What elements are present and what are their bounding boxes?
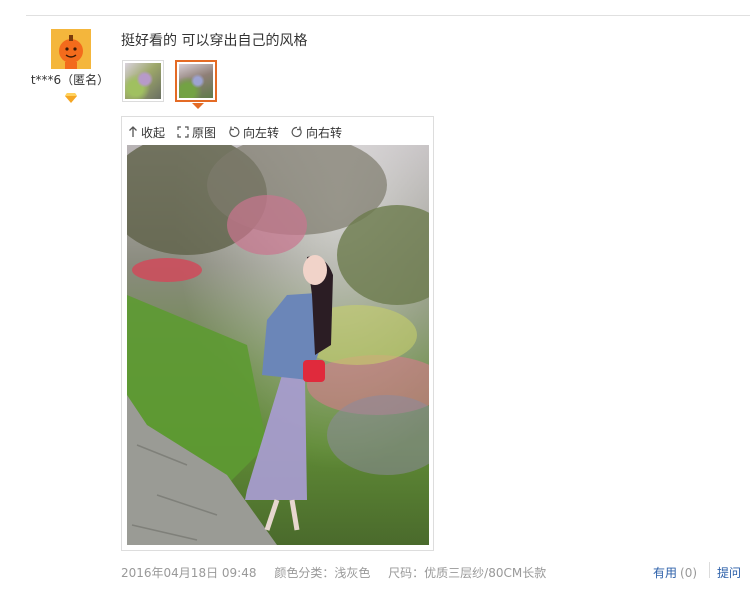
photo-thumbnail-1[interactable] — [122, 60, 164, 102]
useful-count: (0) — [680, 566, 698, 580]
photo-viewer: 收起 原图 向左转 向右转 — [121, 116, 434, 551]
ask-question-link[interactable]: 提问 — [717, 564, 741, 581]
color-option: 颜色分类：浅灰色 — [274, 566, 371, 580]
photo-thumbnail-2[interactable] — [175, 60, 217, 102]
orange-mascot-icon — [51, 29, 91, 69]
collapse-button[interactable]: 收起 — [128, 123, 165, 141]
top-divider — [26, 15, 750, 16]
reviewer-avatar — [51, 29, 91, 69]
selected-thumbnail-pointer — [192, 103, 204, 109]
useful-button[interactable]: 有用 (0) — [653, 564, 697, 581]
rotate-left-button[interactable]: 向左转 — [228, 123, 279, 141]
reviewer-name: t***6（匿名） — [30, 73, 110, 87]
review-text: 挺好看的 可以穿出自己的风格 — [121, 33, 308, 49]
action-divider — [709, 562, 710, 578]
arrow-up-icon — [129, 126, 137, 137]
review-meta: 2016年04月18日 09:48 颜色分类：浅灰色 尺码：优质三层纱/80CM… — [121, 564, 560, 581]
original-image-button[interactable]: 原图 — [177, 123, 216, 141]
rotate-right-icon — [291, 126, 302, 138]
review-date: 2016年04月18日 09:48 — [121, 566, 257, 580]
rotate-left-icon — [229, 126, 240, 138]
original-image-label: 原图 — [192, 125, 217, 140]
rotate-right-label: 向右转 — [306, 125, 343, 140]
viewer-toolbar: 收起 原图 向左转 向右转 — [128, 123, 342, 141]
rotate-left-label: 向左转 — [243, 125, 280, 140]
expand-icon — [177, 126, 189, 138]
review-photo — [127, 145, 429, 545]
collapse-label: 收起 — [141, 125, 166, 140]
garden-photo-illustration — [127, 145, 429, 545]
useful-label[interactable]: 有用 — [653, 566, 677, 580]
diamond-icon — [65, 93, 77, 103]
rotate-right-button[interactable]: 向右转 — [291, 123, 342, 141]
size-option: 尺码：优质三层纱/80CM长款 — [388, 566, 547, 580]
